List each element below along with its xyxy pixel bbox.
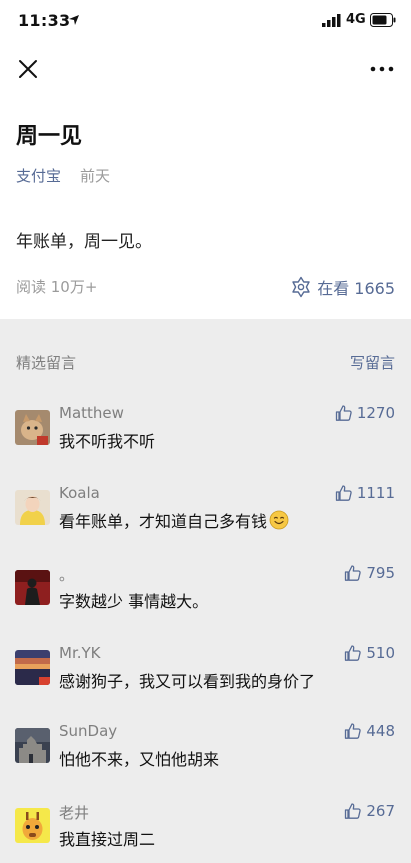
- sunset-avatar[interactable]: [15, 650, 50, 685]
- signal-icon: [322, 14, 341, 27]
- comment-author[interactable]: SunDay: [59, 722, 117, 740]
- like-count: 448: [366, 722, 395, 740]
- looking-label: 在看 1665: [317, 279, 395, 298]
- girl-avatar[interactable]: [15, 490, 50, 525]
- comment-item: 。 字数越少 事情越大。 795: [0, 564, 411, 634]
- like-count: 795: [366, 564, 395, 582]
- giraffe-avatar[interactable]: [15, 808, 50, 843]
- comment-item: SunDay 怕他不来，又怕他胡来 448: [0, 722, 411, 792]
- like-count: 510: [366, 644, 395, 662]
- comment-author[interactable]: 。: [59, 564, 74, 585]
- dark-figure-avatar[interactable]: [15, 570, 50, 605]
- more-options-icon[interactable]: [368, 60, 396, 78]
- like-count: 267: [366, 802, 395, 820]
- thumbs-up-icon: [335, 405, 352, 421]
- article-body: 年账单，周一见。: [16, 232, 152, 252]
- comment-item: 老井 我直接过周二 267: [0, 802, 411, 863]
- status-time: 11:33: [18, 11, 71, 30]
- comment-text: 怕他不来，又怕他胡来: [59, 750, 220, 769]
- thumbs-up-icon: [345, 723, 362, 739]
- thumbs-up-icon: [345, 803, 362, 819]
- network-label: 4G: [346, 12, 366, 27]
- cat-avatar[interactable]: [15, 410, 50, 445]
- smile-emoji-icon: [269, 510, 289, 530]
- write-comment-button[interactable]: 写留言: [350, 352, 395, 373]
- comment-item: Matthew 我不听我不听 1270: [0, 404, 411, 474]
- comment-text-content: 看年账单，才知道自己多有钱: [59, 512, 268, 531]
- like-button[interactable]: 510: [344, 644, 395, 662]
- like-button[interactable]: 448: [344, 722, 395, 740]
- account-name-link[interactable]: 支付宝: [16, 165, 61, 186]
- article-title: 周一见: [16, 124, 83, 149]
- castle-avatar[interactable]: [15, 728, 50, 763]
- read-count: 阅读 10万+: [16, 278, 98, 296]
- like-button[interactable]: 1111: [335, 484, 395, 502]
- location-arrow-icon: [69, 15, 79, 25]
- comment-author[interactable]: 老井: [59, 802, 89, 823]
- looking-star-icon: [292, 276, 310, 298]
- battery-icon: [370, 13, 396, 27]
- thumbs-up-icon: [345, 645, 362, 661]
- comment-item: Mr.YK 感谢狗子，我又可以看到我的身价了 510: [0, 644, 411, 714]
- publish-date: 前天: [80, 167, 111, 185]
- like-button[interactable]: 795: [344, 564, 395, 582]
- comment-item: Koala 看年账单，才知道自己多有钱 1111: [0, 484, 411, 554]
- looking-button[interactable]: 在看 1665: [290, 275, 395, 299]
- like-button[interactable]: 267: [344, 802, 395, 820]
- thumbs-up-icon: [335, 485, 352, 501]
- article-header: 11:33 4G 周一见 支付宝 前天 年账单，周一见。 阅读 10万+ 在看 …: [0, 0, 411, 319]
- featured-comments-title: 精选留言: [16, 354, 77, 372]
- close-icon[interactable]: [16, 57, 40, 81]
- status-bar: 11:33 4G: [0, 0, 411, 44]
- comment-text: 我不听我不听: [59, 432, 156, 451]
- comment-text: 看年账单，才知道自己多有钱: [59, 508, 289, 532]
- comment-author[interactable]: Matthew: [59, 404, 124, 422]
- comment-text: 字数越少 事情越大。: [59, 592, 209, 611]
- like-button[interactable]: 1270: [335, 404, 395, 422]
- like-count: 1270: [356, 404, 395, 422]
- comment-text: 我直接过周二: [59, 830, 156, 849]
- like-count: 1111: [356, 484, 395, 502]
- comment-author[interactable]: Mr.YK: [59, 644, 101, 662]
- thumbs-up-icon: [345, 565, 362, 581]
- comment-author[interactable]: Koala: [59, 484, 100, 502]
- comment-text: 感谢狗子，我又可以看到我的身价了: [59, 672, 316, 691]
